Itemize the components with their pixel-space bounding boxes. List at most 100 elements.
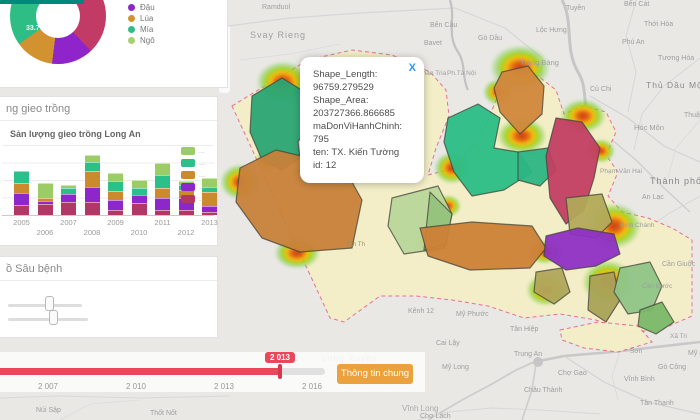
map-label: Ph.Tà Nội [447, 70, 476, 77]
bar-segment [131, 203, 147, 215]
bar-segment [155, 188, 170, 198]
bar-segment [108, 200, 123, 210]
legend-item[interactable]: Ngô [128, 35, 155, 46]
legend-item[interactable]: Đậu [128, 2, 155, 13]
timeline-tick: 2 010 [125, 382, 147, 391]
map-label: Tân Th [346, 242, 365, 248]
popup-field: Shape_Area: 203727366.866685 [313, 95, 395, 119]
legend-label: ... [199, 147, 205, 155]
map-label: Svay Rieng [250, 30, 307, 40]
legend-item[interactable]: ... [181, 169, 205, 181]
top-chart-edge [0, 0, 84, 4]
timeline-handle[interactable] [278, 364, 282, 379]
bar-segment [108, 191, 123, 200]
bar-x-axis: 2005 2006 2007 2008 2009 2010 2011 2012 2013 [2, 218, 218, 240]
map-label: Cai Lậy [436, 340, 460, 347]
slider-handle[interactable] [49, 310, 58, 325]
map-label: Bavet [424, 40, 442, 47]
bar-segment [14, 171, 29, 183]
map-label: Tuyền [566, 5, 586, 12]
map-label: Trung An [514, 351, 543, 358]
legend-label: ... [199, 183, 205, 191]
bar-segment [178, 210, 194, 215]
legend-dot-icon [128, 15, 135, 22]
legend-item[interactable]: Lúa [128, 13, 155, 24]
legend-item[interactable]: ... [181, 193, 205, 205]
map-label: Chợ Lách [420, 413, 451, 420]
map-label: Tân Thạnh [640, 400, 674, 407]
map-label: Thốt Nốt [150, 410, 177, 417]
timeline-tick: 2 007 [37, 382, 59, 391]
legend-swatch-icon [181, 183, 195, 191]
pest-panel-header: ồ Sâu bệnh [0, 257, 217, 281]
bar-segment [37, 183, 53, 198]
x-axis-tick: 2009 [107, 218, 124, 227]
legend-label: Lúa [140, 14, 154, 23]
x-axis-tick: 2013 [201, 218, 218, 227]
map-label: Lộc Hưng [536, 27, 567, 34]
map-label: Phú An [622, 39, 645, 46]
bar-segment [108, 181, 123, 191]
timeline-track[interactable] [280, 368, 325, 375]
legend-label: Mía [140, 25, 154, 34]
bar-segment [131, 180, 147, 188]
popup-field: ten: TX. Kiến Tường [313, 147, 400, 158]
map-label: Ramduol [262, 4, 291, 11]
legend-swatch-icon [181, 159, 195, 167]
popup-field: id: 12 [313, 160, 337, 171]
slider-track[interactable] [8, 318, 88, 321]
map-label: Bến Cầu [430, 22, 458, 29]
legend-item[interactable]: ... [181, 181, 205, 193]
bar-segment [37, 198, 53, 201]
bar-segment [37, 201, 53, 204]
map-label: Sơn [630, 348, 643, 355]
legend-item[interactable]: ... [181, 157, 205, 169]
bar-segment [61, 194, 76, 202]
map-label: Cần Đước [642, 283, 673, 290]
bar-segment [37, 204, 53, 215]
bar-segment [61, 185, 76, 188]
legend-swatch-icon [181, 171, 195, 179]
map-label: Trảng Bàng [520, 58, 559, 67]
x-axis-tick: 2010 [130, 228, 148, 237]
bar-segment [108, 210, 123, 215]
legend-dot-icon [128, 26, 135, 33]
popup-field: maDonViHanhChinh: 795 [313, 121, 403, 145]
map-label: Châu Thành [524, 387, 563, 394]
donut-legend: Đậu Lúa Mía Ngô [128, 2, 155, 46]
popup-content: Shape_Length: 96759.279529 Shape_Area: 20… [313, 68, 414, 172]
bar-segment [14, 183, 29, 193]
x-axis-tick: 2011 [154, 218, 171, 227]
bar-legend: ............... [181, 145, 205, 205]
legend-swatch-icon [181, 195, 195, 203]
map-label: Kênh 12 [408, 308, 435, 315]
legend-item[interactable]: Mía [128, 24, 155, 35]
legend-item[interactable]: ... [181, 145, 205, 157]
map-label: Phạm Văn Hai [600, 168, 642, 175]
timeline-bar[interactable]: 2 013 2 007 2 010 2 013 2 016 Thông tin chu… [0, 352, 425, 392]
bar-segment [14, 193, 29, 205]
popup-close-icon[interactable]: X [409, 62, 416, 74]
legend-label: Đậu [140, 3, 155, 12]
bar-segment [131, 195, 147, 203]
general-info-button[interactable]: Thông tin chung [337, 364, 413, 384]
map-label: Củ Chi [590, 86, 612, 93]
donut-value-label: 77.2% [56, 5, 76, 12]
legend-label: ... [199, 171, 205, 179]
bar-segment [14, 205, 29, 215]
map-label: Hóc Môn [634, 123, 665, 132]
bar-segment [108, 173, 123, 181]
map-label: Cần Giuộc [662, 261, 696, 268]
map-label: Bến Cát [624, 1, 650, 8]
bar-segment [131, 188, 147, 195]
map-label: Thới Hòa [644, 21, 674, 28]
map-label: Tương Hòa [658, 55, 695, 62]
map-label: An Lạc [642, 194, 664, 201]
bar-segment [84, 202, 100, 215]
map-label: Thuận An [684, 112, 700, 119]
bar-segment [155, 198, 170, 210]
slider-handle[interactable] [45, 296, 54, 311]
map-label: Thành phố Hồ [650, 176, 700, 186]
pest-slider-2[interactable] [8, 310, 88, 327]
bar-segment [61, 188, 76, 194]
